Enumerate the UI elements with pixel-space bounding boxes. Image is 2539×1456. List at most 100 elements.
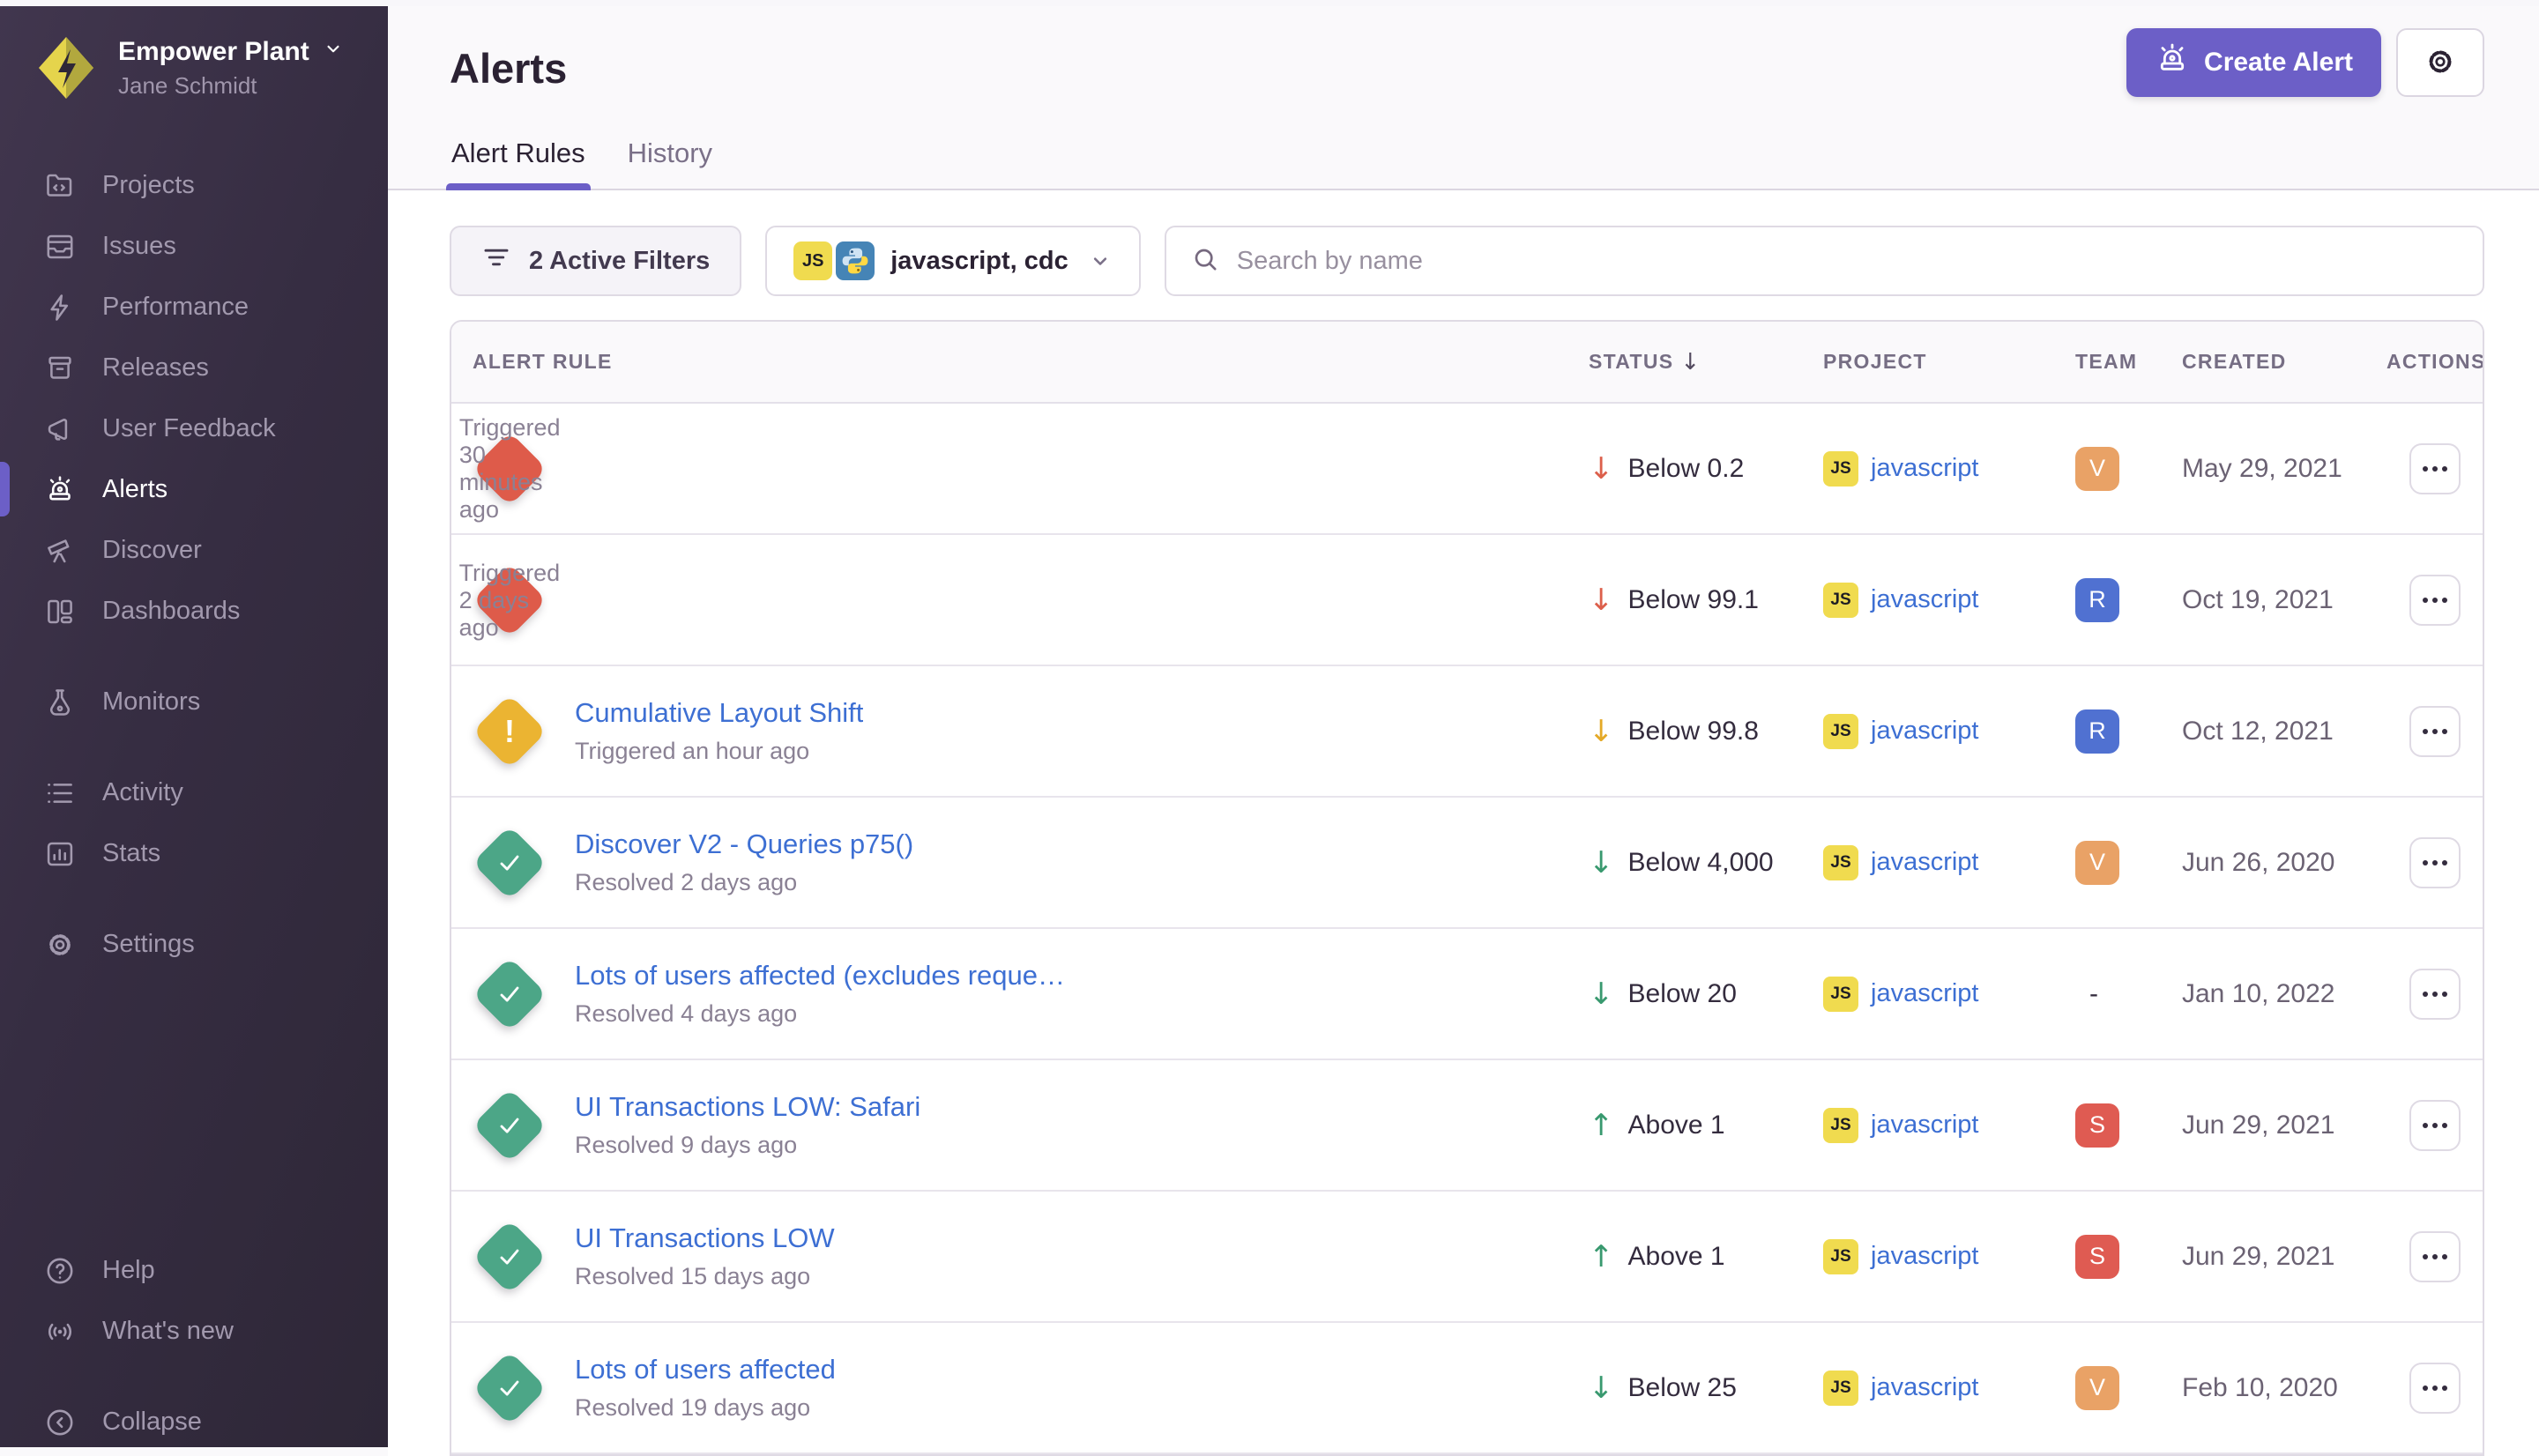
js-badge: JS <box>1823 1108 1858 1143</box>
project-link[interactable]: javascript <box>1871 1242 1979 1271</box>
column-header-status[interactable]: STATUS↓ <box>1589 349 1823 375</box>
trend-arrow-icon: ↑ <box>1589 1239 1614 1274</box>
row-actions-button[interactable] <box>2409 1363 2461 1414</box>
sidebar-item-issues[interactable]: Issues <box>0 216 388 277</box>
row-actions-button[interactable] <box>2409 443 2461 494</box>
alert-rule-link[interactable]: UI Transactions LOW: Safari <box>575 1091 920 1123</box>
project-cell: JS javascript <box>1823 1371 2075 1406</box>
sidebar-item-performance[interactable]: Performance <box>0 277 388 338</box>
status-value: Below 0.2 <box>1628 454 1745 484</box>
org-name: Empower Plant <box>118 37 309 67</box>
alert-rule-row: !Cumulative Layout ShiftTriggered an hou… <box>451 666 2483 798</box>
sidebar-item-what-s-new[interactable]: What's new <box>0 1301 388 1362</box>
alert-rule-link[interactable]: Lots of users affected (excludes reque… <box>575 960 1065 992</box>
alert-rule-link[interactable]: Lots of users affected <box>575 1354 836 1385</box>
sidebar-item-settings[interactable]: Settings <box>0 914 388 975</box>
sidebar-item-discover[interactable]: Discover <box>0 520 388 581</box>
trend-arrow-icon: ↓ <box>1589 451 1614 487</box>
js-badge: JS <box>793 241 832 280</box>
project-link[interactable]: javascript <box>1871 454 1979 483</box>
row-actions-button[interactable] <box>2409 837 2461 888</box>
trend-arrow-icon: ↓ <box>1589 845 1614 880</box>
sidebar-item-label: Settings <box>102 930 195 959</box>
column-header-project[interactable]: PROJECT <box>1823 350 2075 374</box>
page-header: Alerts Create Alert Alert Rules History <box>388 0 2539 190</box>
row-actions-button[interactable] <box>2409 969 2461 1020</box>
table-body: Signup page is too slowTriggered 30 minu… <box>451 404 2483 1454</box>
alerts-settings-button[interactable] <box>2396 28 2484 97</box>
project-link[interactable]: javascript <box>1871 848 1979 877</box>
team-avatar[interactable]: S <box>2075 1103 2119 1148</box>
team-avatar[interactable]: R <box>2075 578 2119 622</box>
tab-history[interactable]: History <box>626 137 714 190</box>
project-link[interactable]: javascript <box>1871 979 1979 1008</box>
trend-arrow-icon: ↓ <box>1589 977 1614 1012</box>
column-header-actions: ACTIONS <box>2386 350 2484 374</box>
alert-rule-subtext: Resolved 9 days ago <box>575 1132 920 1159</box>
alert-rule-link[interactable]: Cumulative Layout Shift <box>575 697 863 729</box>
empower-plant-logo <box>37 35 95 100</box>
search-input[interactable] <box>1237 247 2458 276</box>
project-selector[interactable]: JS javascript, cdc <box>765 226 1141 296</box>
team-avatar[interactable]: V <box>2075 447 2119 491</box>
activity-icon <box>44 777 76 809</box>
main-area: Alerts Create Alert Alert Rules History … <box>388 0 2539 1447</box>
sidebar-item-stats[interactable]: Stats <box>0 823 388 884</box>
status-cell: ↓ Below 0.2 <box>1589 451 1823 487</box>
alert-status-icon: Lots of errors!Triggered 2 days ago <box>471 561 548 639</box>
tab-alert-rules[interactable]: Alert Rules <box>450 137 587 190</box>
flask-icon <box>44 687 76 718</box>
sidebar-item-collapse[interactable]: Collapse <box>0 1392 388 1452</box>
column-header-created[interactable]: CREATED <box>2182 350 2386 374</box>
project-link[interactable]: javascript <box>1871 1373 1979 1402</box>
js-badge: JS <box>1823 1371 1858 1406</box>
sidebar-item-help[interactable]: Help <box>0 1240 388 1301</box>
project-link[interactable]: javascript <box>1871 585 1979 614</box>
releases-icon <box>44 353 76 384</box>
sidebar-item-dashboards[interactable]: Dashboards <box>0 581 388 642</box>
alert-rule-link[interactable]: Discover V2 - Queries p75() <box>575 828 913 860</box>
team-avatar[interactable]: R <box>2075 709 2119 754</box>
team-avatar[interactable]: V <box>2075 841 2119 885</box>
org-switcher[interactable]: Empower Plant Jane Schmidt <box>0 0 388 100</box>
project-link[interactable]: javascript <box>1871 717 1979 746</box>
sidebar-item-activity[interactable]: Activity <box>0 762 388 823</box>
project-link[interactable]: javascript <box>1871 1111 1979 1140</box>
trend-arrow-icon: ↓ <box>1589 1371 1614 1406</box>
sidebar-item-label: What's new <box>102 1317 234 1346</box>
column-header-team[interactable]: TEAM <box>2075 350 2182 374</box>
sidebar-item-label: Issues <box>102 232 176 261</box>
alert-rule-link[interactable]: UI Transactions LOW <box>575 1222 835 1254</box>
row-actions-button[interactable] <box>2409 1100 2461 1151</box>
status-value: Below 25 <box>1628 1373 1737 1403</box>
create-alert-button[interactable]: Create Alert <box>2126 28 2381 97</box>
dashboards-icon <box>44 596 76 628</box>
sidebar-item-user-feedback[interactable]: User Feedback <box>0 398 388 459</box>
project-selector-value: javascript, cdc <box>890 247 1068 276</box>
sidebar-item-releases[interactable]: Releases <box>0 338 388 398</box>
nav-group-gap <box>0 884 388 914</box>
alert-status-icon <box>471 824 548 902</box>
sidebar-item-projects[interactable]: Projects <box>0 155 388 216</box>
sidebar-item-monitors[interactable]: Monitors <box>0 672 388 732</box>
row-actions-button[interactable] <box>2409 575 2461 626</box>
user-feedback-icon <box>44 413 76 445</box>
team-cell: S <box>2075 1103 2182 1148</box>
status-value: Below 20 <box>1628 979 1737 1009</box>
alert-rule-row: UI Transactions LOWResolved 15 days ago↑… <box>451 1192 2483 1323</box>
active-filters-button[interactable]: 2 Active Filters <box>450 226 741 296</box>
alerts-table: ALERT RULE STATUS↓ PROJECT TEAM CREATED … <box>450 320 2484 1456</box>
trend-arrow-icon: ↑ <box>1589 1108 1614 1143</box>
column-header-alert-rule[interactable]: ALERT RULE <box>451 350 1589 374</box>
sidebar-nav: Projects Issues PerformanceReleasesUser Fe… <box>0 155 388 975</box>
sidebar-item-alerts[interactable]: Alerts <box>0 459 388 520</box>
created-date: Feb 10, 2020 <box>2182 1373 2386 1403</box>
team-avatar[interactable]: S <box>2075 1235 2119 1279</box>
status-cell: ↑Above 1 <box>1589 1108 1823 1143</box>
project-cell: JSjavascript <box>1823 714 2075 749</box>
status-cell: ↓Below 4,000 <box>1589 845 1823 880</box>
row-actions-button[interactable] <box>2409 706 2461 757</box>
sidebar-item-label: Monitors <box>102 687 200 717</box>
row-actions-button[interactable] <box>2409 1231 2461 1282</box>
team-avatar[interactable]: V <box>2075 1366 2119 1410</box>
